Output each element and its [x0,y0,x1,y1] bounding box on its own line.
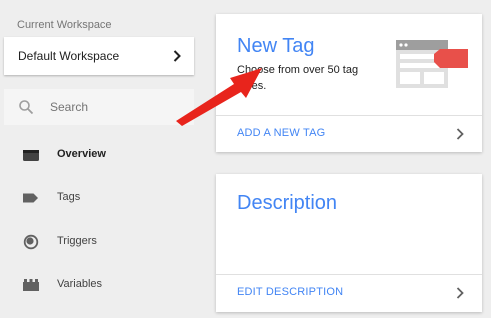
workspace-label: Current Workspace [17,19,112,31]
sidebar-item-label: Triggers [57,235,97,247]
sidebar-item-triggers[interactable]: Triggers [0,227,200,257]
tag-icon [23,193,38,203]
chevron-right-icon [173,50,181,62]
workspace-name: Default Workspace [18,49,120,63]
sidebar-item-label: Overview [57,148,106,160]
sidebar-item-overview[interactable]: Overview [0,140,200,170]
briefcase-icon [23,150,39,161]
tag-illustration-icon [396,40,468,88]
annotation-arrow-icon [176,68,262,126]
search-box [4,89,194,125]
sidebar-item-tags[interactable]: Tags [0,183,200,213]
add-new-tag-label: ADD A NEW TAG [237,127,326,139]
chevron-right-icon [456,128,464,140]
trigger-icon [23,234,39,250]
edit-description-link[interactable]: EDIT DESCRIPTION [216,275,482,311]
sidebar-item-label: Tags [57,191,81,203]
chevron-right-icon [456,287,464,299]
search-icon [19,100,34,115]
sidebar: Current Workspace Default Workspace Over… [0,0,200,318]
sidebar-item-variables[interactable]: Variables [0,270,200,300]
variables-icon [23,279,39,291]
workspace-selector[interactable]: Default Workspace [4,37,194,75]
description-card: Description EDIT DESCRIPTION [216,174,482,312]
sidebar-item-label: Variables [57,278,103,290]
edit-description-label: EDIT DESCRIPTION [237,286,344,298]
search-input[interactable] [50,96,184,118]
description-title: Description [237,192,338,214]
new-tag-title[interactable]: New Tag [237,35,314,58]
